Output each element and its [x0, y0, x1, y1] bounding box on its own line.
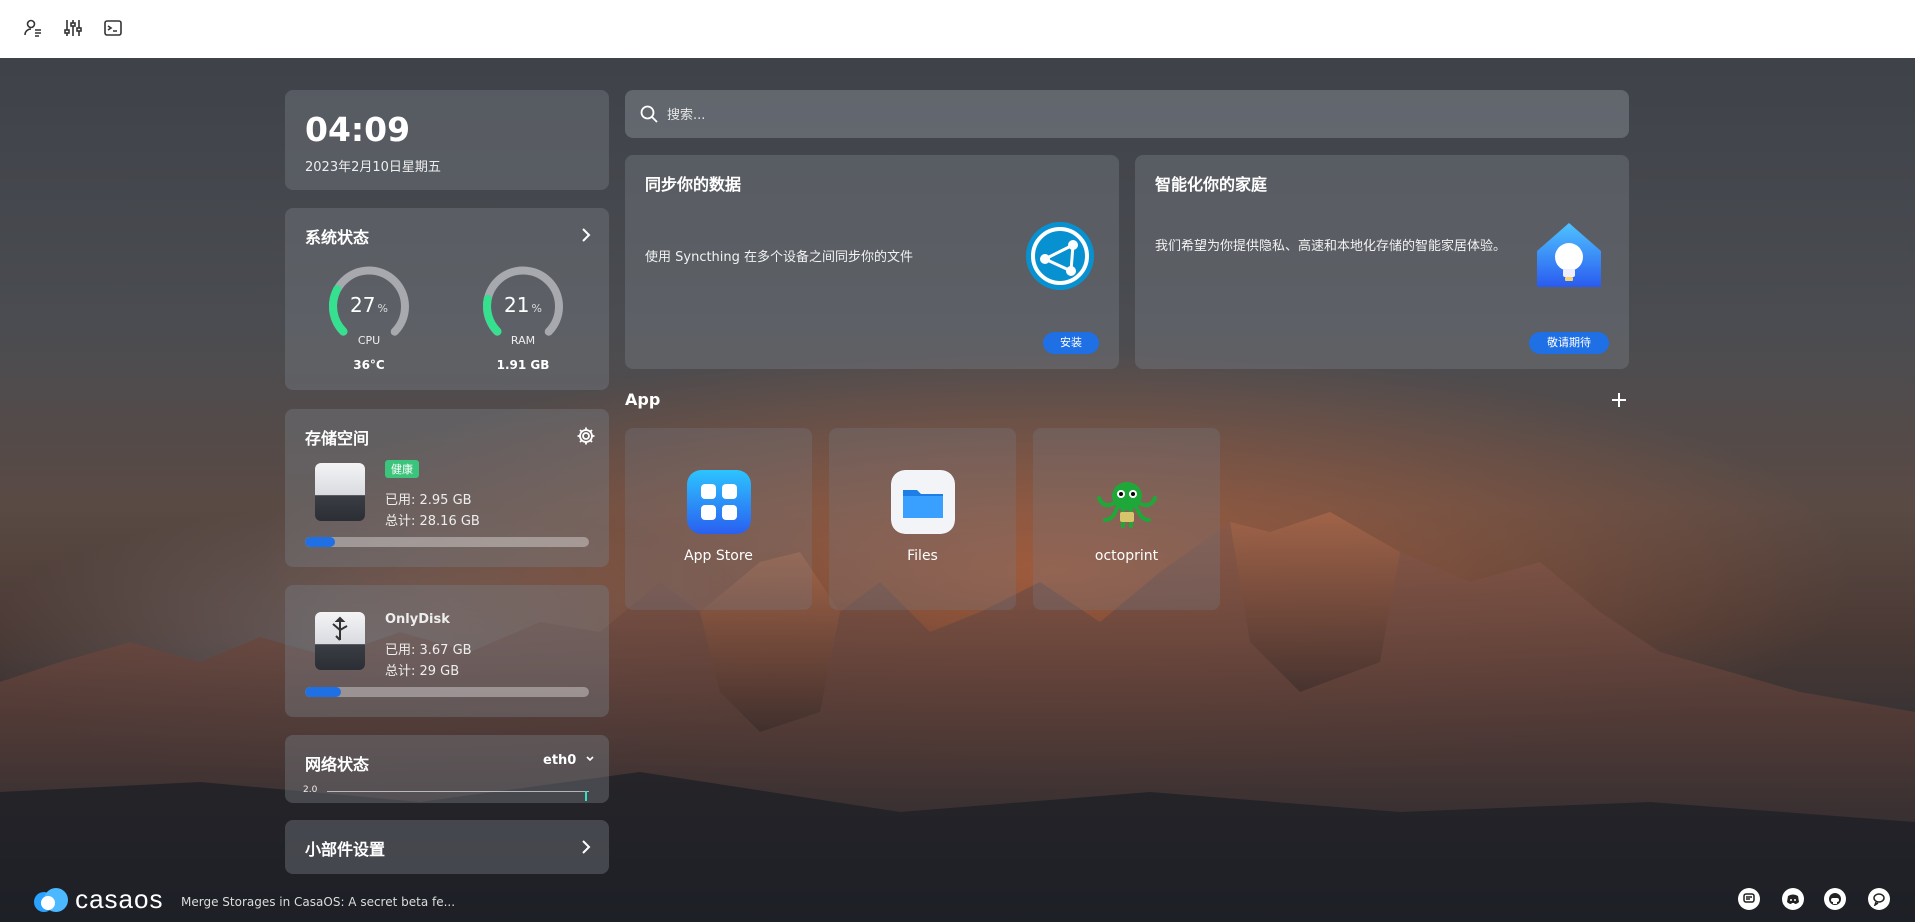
usb-disk-used: 已用: 3.67 GB	[385, 643, 472, 658]
promo-smarthome-title: 智能化你的家庭	[1155, 175, 1268, 194]
chevron-right-icon[interactable]	[575, 224, 597, 246]
widget-settings-button[interactable]: 小部件设置	[285, 820, 609, 874]
network-axis-label: 2.0	[303, 785, 318, 795]
files-folder-icon	[891, 470, 955, 534]
network-title: 网络状态	[305, 755, 370, 774]
cpu-label: CPU	[357, 334, 381, 347]
promo-sync-title: 同步你的数据	[645, 175, 742, 194]
search-icon	[640, 105, 658, 123]
app-store-icon	[687, 470, 751, 534]
octoprint-icon	[1097, 482, 1157, 528]
search-bar[interactable]	[625, 90, 1629, 138]
storage-total: 总计: 28.16 GB	[385, 514, 480, 529]
app-tile-files[interactable]: Files	[829, 428, 1016, 610]
storage-title: 存储空间	[305, 429, 370, 448]
app-label: octoprint	[1094, 548, 1159, 564]
clock-widget: 04:09 2023年2月10日星期五	[285, 90, 609, 190]
ram-gauge: 21% RAM	[475, 258, 571, 354]
search-input[interactable]	[665, 102, 1569, 128]
discord-icon[interactable]	[1782, 888, 1804, 910]
top-bar	[0, 0, 1915, 58]
usb-disk-total: 总计: 29 GB	[385, 664, 460, 679]
user-list-icon[interactable]	[20, 15, 46, 41]
ram-used: 1.91 GB	[496, 358, 550, 372]
promo-smarthome-description: 我们希望为你提供隐私、高速和本地化存储的智能家居体验。	[1155, 239, 1507, 254]
apps-section-title: App	[625, 390, 661, 409]
network-widget: 网络状态 eth0 2.0	[285, 735, 609, 803]
system-status-widget: 系统状态 27% CPU 36°C 21% RAM 1.91 GB	[285, 208, 609, 390]
sliders-icon[interactable]	[60, 15, 86, 41]
interface-select[interactable]: eth0	[543, 753, 595, 768]
coming-soon-button[interactable]: 敬请期待	[1529, 332, 1609, 354]
casaos-cloud-icon	[34, 887, 68, 912]
usb-disk-name: OnlyDisk	[385, 612, 450, 627]
terminal-icon[interactable]	[100, 15, 126, 41]
clock-time: 04:09	[305, 110, 411, 149]
github-icon[interactable]	[1824, 888, 1846, 910]
chevron-down-icon	[586, 756, 594, 762]
network-chart-marker	[585, 791, 587, 801]
disk-icon	[315, 463, 365, 521]
storage-used: 已用: 2.95 GB	[385, 493, 472, 508]
add-app-icon[interactable]	[1608, 389, 1630, 411]
chevron-right-icon	[582, 840, 591, 854]
promo-sync-description: 使用 Syncthing 在多个设备之间同步你的文件	[645, 250, 914, 265]
footer-news-link[interactable]: Merge Storages in CasaOS: A secret beta …	[181, 895, 455, 909]
promo-smarthome-card: 智能化你的家庭 我们希望为你提供隐私、高速和本地化存储的智能家居体验。 敬请期待	[1135, 155, 1629, 369]
app-tile-app-store[interactable]: App Store	[625, 428, 812, 610]
interface-value: eth0	[543, 753, 577, 768]
smart-home-bulb-icon	[1537, 223, 1601, 287]
promo-sync-card: 同步你的数据 使用 Syncthing 在多个设备之间同步你的文件 安装	[625, 155, 1119, 369]
network-chart-line	[327, 791, 589, 792]
app-tile-octoprint[interactable]: octoprint	[1033, 428, 1220, 610]
ram-label: RAM	[510, 334, 536, 347]
storage-widget: 存储空间 健康 已用: 2.95 GB 总计: 28.16 GB	[285, 409, 609, 567]
casaos-logo-text: casaos	[75, 884, 164, 914]
ram-value: 21%	[504, 293, 542, 317]
cpu-gauge: 27% CPU	[321, 258, 417, 354]
app-label: Files	[907, 548, 938, 564]
usb-disk-widget: OnlyDisk 已用: 3.67 GB 总计: 29 GB	[285, 585, 609, 717]
chat-icon[interactable]	[1868, 888, 1890, 910]
app-label: App Store	[684, 548, 753, 564]
syncthing-logo-icon	[1026, 222, 1094, 290]
cpu-temperature: 36°C	[353, 358, 385, 372]
usb-disk-usage-bar	[305, 687, 589, 697]
cpu-value: 27%	[350, 293, 388, 317]
casaos-logo: casaos	[30, 884, 163, 915]
usb-disk-icon	[315, 612, 365, 670]
clock-date: 2023年2月10日星期五	[305, 160, 441, 175]
system-status-title: 系统状态	[305, 228, 370, 247]
health-badge: 健康	[385, 460, 419, 478]
storage-usage-bar	[305, 537, 589, 547]
install-button[interactable]: 安装	[1043, 332, 1099, 354]
message-icon[interactable]	[1738, 888, 1760, 910]
gear-icon[interactable]	[575, 425, 597, 447]
widget-settings-title: 小部件设置	[305, 840, 386, 859]
